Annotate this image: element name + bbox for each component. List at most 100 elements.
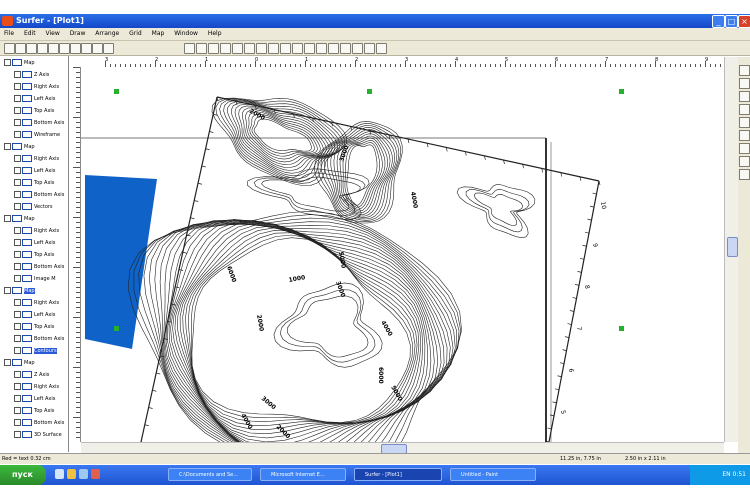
contour-map-icon[interactable] [739,104,750,115]
visibility-checkbox[interactable] [14,275,21,282]
start-button[interactable]: пуск [0,465,46,485]
select-icon[interactable] [184,43,195,54]
zoom-full-icon[interactable] [268,43,279,54]
ellipse-icon[interactable] [364,43,375,54]
task-internet-explorer[interactable]: Microsoft Internet E... [260,468,346,481]
surface-map-icon[interactable] [739,156,750,167]
zoom-rect-icon[interactable] [244,43,255,54]
visibility-checkbox[interactable] [14,71,21,78]
tree-item-map[interactable]: Map [4,215,35,224]
tree-item-layer[interactable]: Contours [14,347,57,356]
copy-icon[interactable] [70,43,81,54]
visibility-checkbox[interactable] [14,83,21,90]
menu-help[interactable]: Help [204,28,226,40]
print-icon[interactable] [48,43,59,54]
tree-item-axis[interactable]: Bottom Axis [14,263,64,272]
visibility-checkbox[interactable] [14,323,21,330]
close-button[interactable]: × [738,15,750,28]
selection-handle[interactable] [619,326,624,331]
rotate-icon[interactable] [280,43,291,54]
tree-item-layer[interactable]: Wireframe [14,131,60,140]
visibility-checkbox[interactable] [4,215,11,222]
tree-item-axis[interactable]: Left Axis [14,239,55,248]
quicklaunch-desktop-icon[interactable] [79,469,88,479]
visibility-checkbox[interactable] [14,191,21,198]
tree-item-axis[interactable]: Bottom Axis [14,335,64,344]
visibility-checkbox[interactable] [14,347,21,354]
tree-item-axis[interactable]: Right Axis [14,299,59,308]
tree-item-axis[interactable]: Right Axis [14,83,59,92]
new-icon[interactable] [4,43,15,54]
quicklaunch-media-icon[interactable] [91,469,100,479]
tree-item-map[interactable]: Map [4,359,35,368]
visibility-checkbox[interactable] [14,179,21,186]
menu-arrange[interactable]: Arrange [91,28,123,40]
tree-item-axis[interactable]: Right Axis [14,383,59,392]
tree-item-axis[interactable]: Right Axis [14,155,59,164]
selection-handle[interactable] [114,326,119,331]
selection-handle[interactable] [619,89,624,94]
cut-icon[interactable] [59,43,70,54]
selection-handle[interactable] [367,89,372,94]
tree-item-axis[interactable]: Bottom Axis [14,419,64,428]
tree-item-layer[interactable]: Vectors [14,203,53,212]
image-map-icon[interactable] [739,130,750,141]
tree-item-axis[interactable]: Right Axis [14,227,59,236]
tree-item-axis[interactable]: Z Axis [14,371,49,380]
tree-item-axis[interactable]: Bottom Axis [14,191,64,200]
visibility-checkbox[interactable] [14,407,21,414]
visibility-checkbox[interactable] [14,251,21,258]
undo-icon[interactable] [92,43,103,54]
task-paint[interactable]: Untitled - Paint [450,468,536,481]
visibility-checkbox[interactable] [14,311,21,318]
visibility-checkbox[interactable] [14,203,21,210]
quicklaunch-ie-icon[interactable] [55,469,64,479]
menu-view[interactable]: View [42,28,64,40]
visibility-checkbox[interactable] [4,359,11,366]
measure-icon[interactable] [376,43,387,54]
task-explorer[interactable]: C:\Documents and Se... [168,468,252,481]
tree-item-axis[interactable]: Left Axis [14,311,55,320]
visibility-checkbox[interactable] [14,371,21,378]
quicklaunch-explorer-icon[interactable] [67,469,76,479]
tree-item-axis[interactable]: Bottom Axis [14,119,64,128]
zoom-out-icon[interactable] [232,43,243,54]
visibility-checkbox[interactable] [14,335,21,342]
menu-map[interactable]: Map [148,28,169,40]
selection-handle[interactable] [114,89,119,94]
zoom-page-icon[interactable] [256,43,267,54]
visibility-checkbox[interactable] [4,287,11,294]
visibility-checkbox[interactable] [14,239,21,246]
grid-data-icon[interactable] [739,91,750,102]
symbol-icon[interactable] [328,43,339,54]
tree-item-axis[interactable]: Z Axis [14,71,49,80]
pan-icon[interactable] [208,43,219,54]
tree-item-axis[interactable]: Top Axis [14,179,54,188]
task-surfer[interactable]: Surfer - [Plot1] [354,468,442,481]
save-icon[interactable] [26,43,37,54]
visibility-checkbox[interactable] [14,227,21,234]
rectangle-icon[interactable] [340,43,351,54]
visibility-checkbox[interactable] [14,119,21,126]
text-tool-icon[interactable] [739,169,750,180]
vertical-scroll-thumb[interactable] [727,237,738,257]
menu-file[interactable]: File [0,28,18,40]
paste-icon[interactable] [81,43,92,54]
visibility-checkbox[interactable] [14,383,21,390]
visibility-checkbox[interactable] [14,95,21,102]
tree-item-map[interactable]: Map [4,143,35,152]
visibility-checkbox[interactable] [4,59,11,66]
language-indicator[interactable]: EN [722,471,730,478]
visibility-checkbox[interactable] [14,395,21,402]
tree-item-axis[interactable]: Left Axis [14,95,55,104]
tree-item-layer[interactable]: 3D Surface [14,431,62,440]
open-icon[interactable] [15,43,26,54]
visibility-checkbox[interactable] [4,143,11,150]
visibility-checkbox[interactable] [14,431,21,438]
tree-item-axis[interactable]: Left Axis [14,167,55,176]
tree-item-axis[interactable]: Top Axis [14,323,54,332]
vector-map-icon[interactable] [739,117,750,128]
layer-properties-icon[interactable] [739,65,750,76]
visibility-checkbox[interactable] [14,155,21,162]
visibility-checkbox[interactable] [14,419,21,426]
